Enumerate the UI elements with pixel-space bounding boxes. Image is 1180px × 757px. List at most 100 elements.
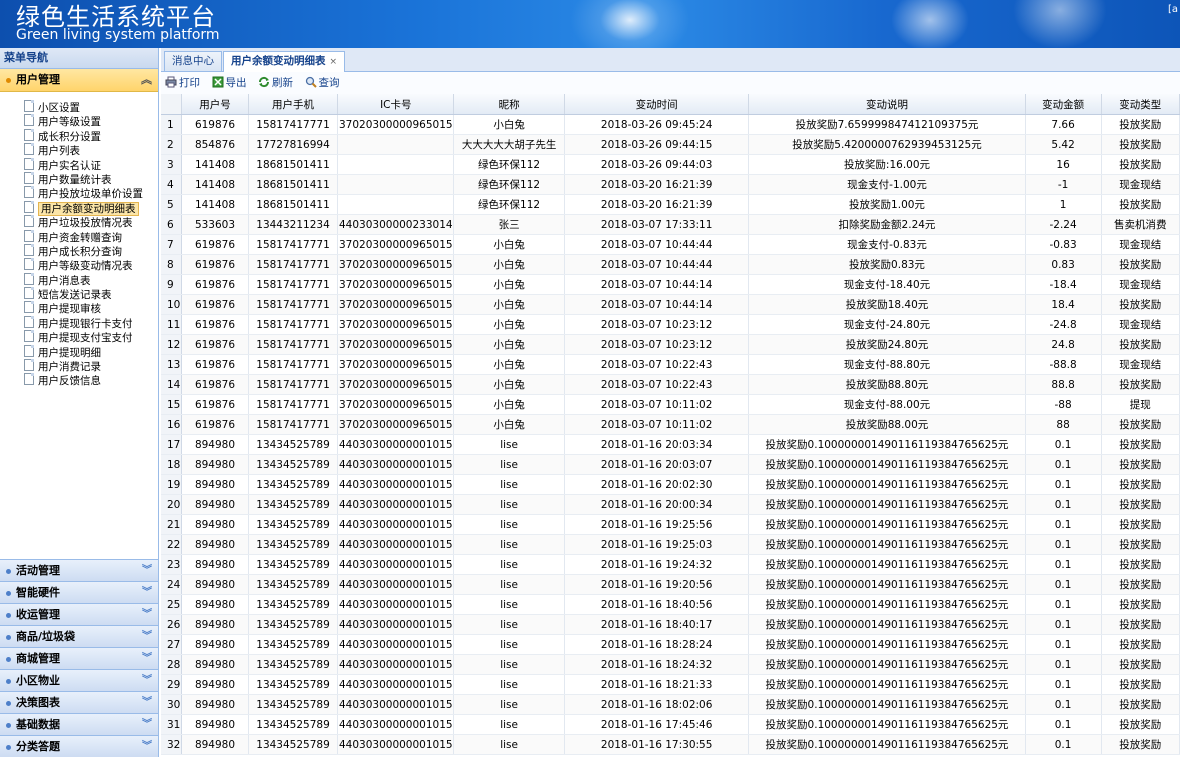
table-cell: 投放奖励 <box>1101 374 1180 395</box>
table-row[interactable]: 6 533603 13443211234 44030300000233014 张三 201… <box>161 214 1180 235</box>
table-row[interactable]: 1 619876 15817417771 37020300000965015 小白兔 20… <box>161 114 1180 135</box>
export-icon <box>212 76 223 88</box>
table-cell: 售卖机消费 <box>1101 214 1180 235</box>
table-row[interactable]: 3 141408 18681501411 绿色环保112 2018-03-26 09:4… <box>161 154 1180 175</box>
row-number: 7 <box>161 234 183 255</box>
table-row[interactable]: 23 894980 13434525789 44030300000001015 lise… <box>161 554 1180 575</box>
table-row[interactable]: 13 619876 15817417771 37020300000965015 小白兔 2… <box>161 354 1180 375</box>
table-cell: 0.1 <box>1025 454 1102 475</box>
table-cell: 15817417771 <box>248 314 339 335</box>
sidebar-group[interactable]: 小区物业 ︾ <box>0 669 158 691</box>
table-row[interactable]: 7 619876 15817417771 37020300000965015 小白兔 20… <box>161 234 1180 255</box>
sidebar-group[interactable]: 智能硬件 ︾ <box>0 581 158 603</box>
column-header[interactable]: IC卡号 <box>337 94 455 115</box>
table-row[interactable]: 19 894980 13434525789 44030300000001015 lise… <box>161 474 1180 495</box>
tab-message-center[interactable]: 消息中心 <box>164 51 222 71</box>
column-header[interactable]: 昵称 <box>453 94 565 115</box>
column-header[interactable]: 变动时间 <box>564 94 750 115</box>
sidebar-item[interactable]: 用户提现支付宝支付 <box>24 330 158 344</box>
table-cell: 现金支付-88.00元 <box>748 394 1026 415</box>
sidebar-item[interactable]: 用户实名认证 <box>24 157 158 172</box>
table-row[interactable]: 22 894980 13434525789 44030300000001015 lise… <box>161 534 1180 555</box>
sidebar-item[interactable]: 用户余额变动明细表 <box>24 200 158 216</box>
table-row[interactable]: 16 619876 15817417771 37020300000965015 小白兔 2… <box>161 414 1180 435</box>
sidebar-item[interactable]: 用户投放垃圾单价设置 <box>24 186 158 200</box>
sidebar-group[interactable]: 收运管理 ︾ <box>0 603 158 625</box>
table-row[interactable]: 17 894980 13434525789 44030300000001015 lise… <box>161 434 1180 455</box>
table-row[interactable]: 27 894980 13434525789 44030300000001015 lise… <box>161 634 1180 655</box>
sidebar-group[interactable]: 活动管理 ︾ <box>0 559 158 581</box>
table-row[interactable]: 20 894980 13434525789 44030300000001015 lise… <box>161 494 1180 515</box>
column-header[interactable]: 用户手机 <box>248 94 339 115</box>
table-row[interactable]: 10 619876 15817417771 37020300000965015 小白兔 2… <box>161 294 1180 315</box>
sidebar-item[interactable]: 用户等级设置 <box>24 114 158 128</box>
tab-balance-detail[interactable]: 用户余额变动明细表 × <box>223 51 346 72</box>
table-row[interactable]: 24 894980 13434525789 44030300000001015 lise… <box>161 574 1180 595</box>
chevron-down-icon[interactable]: ︾ <box>142 604 152 625</box>
table-row[interactable]: 26 894980 13434525789 44030300000001015 lise… <box>161 614 1180 635</box>
sidebar-group[interactable]: 商城管理 ︾ <box>0 647 158 669</box>
sidebar-item[interactable]: 用户成长积分查询 <box>24 243 158 258</box>
chevron-down-icon[interactable]: ︾ <box>142 626 152 647</box>
table-cell: 小白兔 <box>453 374 565 395</box>
sidebar-item[interactable]: 用户列表 <box>24 143 158 157</box>
table-cell: 619876 <box>181 254 249 275</box>
table-row[interactable]: 4 141408 18681501411 绿色环保112 2018-03-20 16:2… <box>161 174 1180 195</box>
table-row[interactable]: 25 894980 13434525789 44030300000001015 lise… <box>161 594 1180 615</box>
chevron-down-icon[interactable]: ︾ <box>142 670 152 691</box>
chevron-down-icon[interactable]: ︾ <box>142 714 152 735</box>
document-icon <box>24 301 34 314</box>
chevron-down-icon[interactable]: ︾ <box>142 560 152 581</box>
export-button[interactable]: 导出 <box>212 72 247 94</box>
table-row[interactable]: 32 894980 13434525789 44030300000001015 lise… <box>161 734 1180 755</box>
table-row[interactable]: 14 619876 15817417771 37020300000965015 小白兔 2… <box>161 374 1180 395</box>
sidebar-item[interactable]: 用户消息表 <box>24 272 158 287</box>
sidebar-item[interactable]: 用户资金转赠查询 <box>24 229 158 244</box>
sidebar-item[interactable]: 用户消费记录 <box>24 359 158 373</box>
sidebar-group[interactable]: 分类答题 ︾ <box>0 735 158 757</box>
table-row[interactable]: 15 619876 15817417771 37020300000965015 小白兔 2… <box>161 394 1180 415</box>
sidebar-item[interactable]: 用户提现明细 <box>24 344 158 359</box>
sidebar-item[interactable]: 短信发送记录表 <box>24 287 158 301</box>
sidebar-item[interactable]: 用户垃圾投放情况表 <box>24 215 158 229</box>
table-row[interactable]: 5 141408 18681501411 绿色环保112 2018-03-20 16:2… <box>161 194 1180 215</box>
table-row[interactable]: 31 894980 13434525789 44030300000001015 lise… <box>161 714 1180 735</box>
chevron-down-icon[interactable]: ︾ <box>142 582 152 603</box>
column-header[interactable]: 变动类型 <box>1101 94 1180 115</box>
sidebar-item[interactable]: 用户提现审核 <box>24 301 158 315</box>
sidebar-item[interactable]: 成长积分设置 <box>24 128 158 143</box>
table-row[interactable]: 18 894980 13434525789 44030300000001015 lise… <box>161 454 1180 475</box>
table-row[interactable]: 28 894980 13434525789 44030300000001015 lise… <box>161 654 1180 675</box>
sidebar-group[interactable]: 决策图表 ︾ <box>0 691 158 713</box>
print-button[interactable]: 打印 <box>165 72 200 94</box>
sidebar-group-user-management[interactable]: 用户管理 ︽ <box>0 69 158 92</box>
table-row[interactable]: 30 894980 13434525789 44030300000001015 lise… <box>161 694 1180 715</box>
chevron-down-icon[interactable]: ︾ <box>142 648 152 669</box>
sidebar-group[interactable]: 基础数据 ︾ <box>0 713 158 735</box>
table-row[interactable]: 12 619876 15817417771 37020300000965015 小白兔 2… <box>161 334 1180 355</box>
table-row[interactable]: 8 619876 15817417771 37020300000965015 小白兔 20… <box>161 254 1180 275</box>
close-icon[interactable]: × <box>330 57 338 67</box>
sidebar-item[interactable]: 用户提现银行卡支付 <box>24 315 158 330</box>
sidebar-item[interactable]: 用户数量统计表 <box>24 171 158 186</box>
table-row[interactable]: 11 619876 15817417771 37020300000965015 小白兔 2… <box>161 314 1180 335</box>
table-cell: 投放奖励:16.00元 <box>748 154 1026 175</box>
query-button[interactable]: 查询 <box>305 72 340 94</box>
table-row[interactable]: 21 894980 13434525789 44030300000001015 lise… <box>161 514 1180 535</box>
chevron-down-icon[interactable]: ︾ <box>142 692 152 713</box>
table-row[interactable]: 9 619876 15817417771 37020300000965015 小白兔 20… <box>161 274 1180 295</box>
sidebar-item[interactable]: 用户反馈信息 <box>24 373 158 387</box>
sidebar-item[interactable]: 用户等级变动情况表 <box>24 258 158 272</box>
column-header[interactable]: 变动说明 <box>748 94 1026 115</box>
table-row[interactable]: 2 854876 17727816994 大大大大大胡子先生 2018-03-26 09… <box>161 134 1180 155</box>
balance-table: 用户号 用户手机 IC卡号 昵称 变动时间 变动说明 变动金额 变动类型 1 619876 158… <box>161 94 1180 755</box>
column-header[interactable]: 变动金额 <box>1025 94 1102 115</box>
column-header[interactable]: 用户号 <box>181 94 249 115</box>
sidebar-group[interactable]: 商品/垃圾袋 ︾ <box>0 625 158 647</box>
refresh-button[interactable]: 刷新 <box>258 72 293 94</box>
sidebar-item[interactable]: 小区设置 <box>24 100 158 114</box>
table-cell: 投放奖励 <box>1101 674 1180 695</box>
chevron-up-icon[interactable]: ︽ <box>141 69 152 91</box>
chevron-down-icon[interactable]: ︾ <box>142 736 152 757</box>
table-row[interactable]: 29 894980 13434525789 44030300000001015 lise… <box>161 674 1180 695</box>
